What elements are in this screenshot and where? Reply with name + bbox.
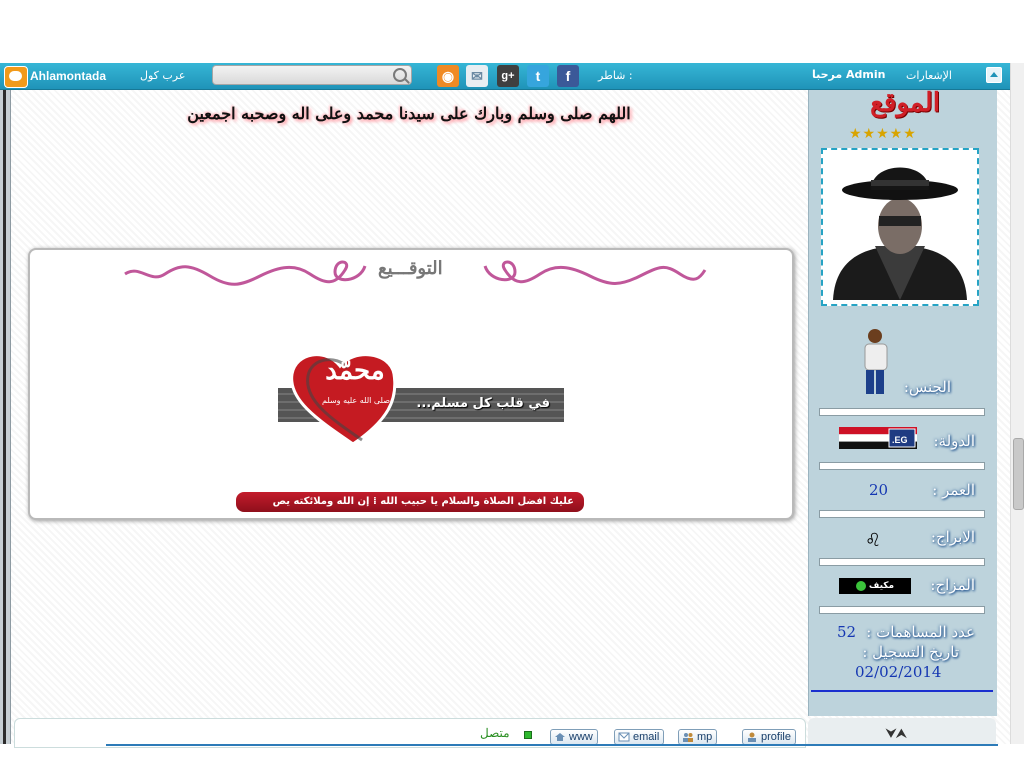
quote-banner: عليك افضل الصلاة والسلام يا حبيب الله ⁞ … <box>236 492 584 512</box>
avatar-image <box>823 150 977 304</box>
email-button[interactable]: email <box>614 729 665 745</box>
age-value: 20 <box>869 481 889 499</box>
left-swirl-ornament-icon <box>124 260 367 286</box>
zodiac-icon: ♌ <box>865 530 882 551</box>
gender-label: الجنس: <box>903 378 951 396</box>
mood-badge: مكيف <box>839 578 911 594</box>
top-toolbar: Ahlamontada عرب كول ◉ ✉ g+ t f شاطر : مر… <box>0 63 1010 90</box>
banner-subtitle: صلى الله عليه وسلم <box>322 396 390 405</box>
divider <box>811 690 993 692</box>
email-icon[interactable]: ✉ <box>466 65 488 87</box>
country-label: الدولة: <box>933 432 975 450</box>
signature-box: التوقـــيع محمّد صلى الله عليه وسلم في ق… <box>28 248 794 520</box>
google-plus-icon[interactable]: g+ <box>497 65 519 87</box>
search-box <box>212 65 412 85</box>
rank-stars: ★★★★★ <box>849 126 917 142</box>
footer-divider <box>106 744 998 746</box>
registered-label: تاريخ التسجيل : <box>862 643 959 661</box>
private-message-button[interactable]: mp <box>678 729 718 745</box>
signature-title: التوقـــيع <box>378 258 443 279</box>
twitter-icon[interactable]: t <box>527 65 549 87</box>
banner-name: محمّد <box>325 356 385 386</box>
search-input[interactable] <box>213 66 391 84</box>
posts-label: عدد المساهمات : <box>866 623 975 641</box>
arab-kool-link[interactable]: عرب كول <box>140 69 185 82</box>
registered-value: 02/02/2014 <box>855 663 942 681</box>
home-icon <box>555 733 565 741</box>
right-swirl-ornament-icon <box>483 260 707 285</box>
post-text: اللهم صلى وسلم وبارك على سيدنا محمد وعلى… <box>187 104 631 123</box>
users-icon <box>683 733 693 742</box>
rss-icon[interactable]: ◉ <box>437 65 459 87</box>
avatar[interactable] <box>821 148 979 306</box>
rank-title: الموقع <box>870 88 940 118</box>
smiley-icon <box>855 580 866 591</box>
online-status: متصل <box>480 726 510 740</box>
welcome-user-link[interactable]: مرحبا Admin <box>812 68 885 81</box>
divider <box>819 510 985 518</box>
search-icon[interactable] <box>393 68 407 82</box>
jump-arrows-icon[interactable]: ⮟⮝ <box>886 726 906 741</box>
male-gender-icon <box>864 329 888 394</box>
posts-value: 52 <box>837 623 857 641</box>
mood-label: المزاج: <box>930 576 975 594</box>
user-icon <box>748 732 756 742</box>
zodiac-label: الابراج: <box>930 528 975 546</box>
age-label: العمر : <box>932 481 975 499</box>
online-indicator-icon <box>524 731 532 739</box>
facebook-icon[interactable]: f <box>557 65 579 87</box>
share-label: شاطر : <box>598 69 633 82</box>
divider <box>819 606 985 614</box>
envelope-icon <box>618 732 630 742</box>
divider <box>819 408 985 416</box>
divider <box>819 462 985 470</box>
ahlamontada-logo-icon[interactable] <box>4 66 28 88</box>
brand-link[interactable]: Ahlamontada <box>30 69 106 83</box>
www-button[interactable]: www <box>550 729 598 745</box>
left-rail <box>0 90 11 744</box>
notifications-link[interactable]: الإشعارات <box>906 69 952 82</box>
collapse-toolbar-icon[interactable] <box>986 67 1002 83</box>
page-scrollbar[interactable] <box>1010 63 1024 744</box>
banner-text: في قلب كل مسلم... <box>416 396 550 411</box>
profile-button[interactable]: profile <box>742 729 796 745</box>
scrollbar-thumb[interactable] <box>1013 438 1024 510</box>
profile-sidebar: الموقع ★★★★★ الجنس: .EG الدولة: العمر : … <box>808 88 997 716</box>
divider <box>819 558 985 566</box>
post-body: اللهم صلى وسلم وبارك على سيدنا محمد وعلى… <box>14 90 804 715</box>
country-code: .EG <box>892 435 908 445</box>
